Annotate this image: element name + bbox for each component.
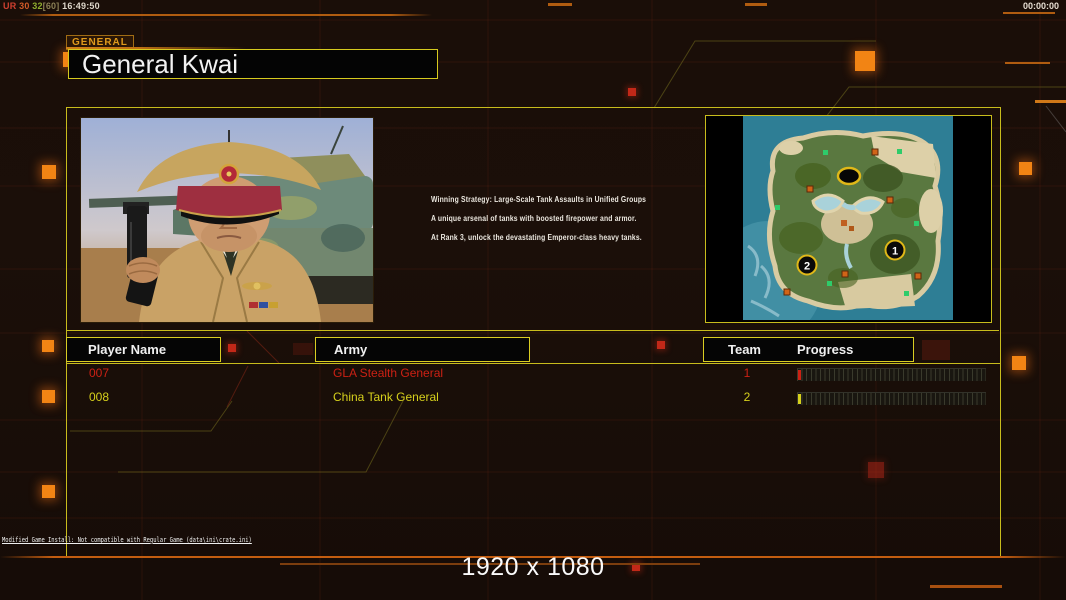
header-team-progress: Team Progress [703, 337, 914, 362]
glow-square [42, 340, 54, 352]
header-player-name-label: Player Name [88, 342, 167, 357]
header-progress-label: Progress [797, 342, 854, 357]
frame-divider [67, 330, 999, 331]
glow-square [1019, 162, 1032, 175]
strategy-briefing: Winning Strategy: Large-Scale Tank Assau… [431, 190, 646, 247]
debug-value: 32 [32, 1, 43, 11]
strategy-line: Winning Strategy: Large-Scale Tank Assau… [431, 195, 647, 204]
map-start-2: 2 [796, 254, 818, 276]
debug-label: UR [3, 1, 17, 11]
strategy-line: A unique arsenal of tanks with boosted f… [431, 214, 637, 223]
resolution-label: 1920 x 1080 [461, 553, 605, 581]
player-team: 1 [743, 366, 751, 380]
header-player-name: Player Name [66, 337, 221, 362]
status-message: Modified Game Install: Not compatible wi… [2, 536, 252, 544]
debug-fps: 30 [19, 1, 30, 11]
map-preview-box: 1 2 [705, 115, 992, 341]
map-marker-1: 1 [892, 246, 898, 258]
decor-line [548, 3, 572, 6]
decor-line [930, 585, 1002, 588]
general-title-box: General Kwai [68, 49, 438, 79]
decor-line [1035, 100, 1066, 103]
header-army-label: Army [334, 342, 368, 357]
progress-fill [798, 394, 801, 404]
player-name: 007 [89, 366, 110, 380]
decor-line [20, 14, 432, 16]
player-army: GLA Stealth General [333, 366, 444, 380]
glow-square [1012, 356, 1026, 370]
player-team: 2 [743, 390, 751, 404]
map-illustration: 1 2 [713, 116, 953, 341]
load-progress-bar [797, 368, 986, 381]
glow-square [42, 165, 56, 179]
strategy-line: At Rank 3, unlock the devastating Empero… [431, 233, 642, 242]
load-progress-bar [797, 392, 986, 405]
loading-screen: UR 30 32[60] 16:49:50 00:00:00 GENERAL G… [0, 0, 1066, 600]
page-title: General Kwai [82, 49, 239, 79]
header-army: Army [315, 337, 530, 362]
glow-square [42, 485, 55, 498]
player-name: 008 [89, 390, 110, 404]
debug-readout: UR 30 32[60] 16:49:50 [3, 1, 100, 11]
glow-square [628, 88, 636, 96]
map-image: 1 2 [713, 116, 953, 341]
decor-line [745, 3, 767, 6]
match-timer: 00:00:00 [1022, 1, 1059, 11]
general-portrait [80, 117, 374, 323]
map-start-1: 1 [884, 239, 906, 261]
glow-square [42, 390, 55, 403]
portrait-illustration [81, 118, 373, 323]
debug-max: [60] [42, 1, 60, 11]
debug-clock: 16:49:50 [62, 1, 100, 11]
map-marker-2: 2 [804, 261, 810, 273]
decor-line [1003, 12, 1055, 14]
progress-fill [798, 370, 801, 380]
decor-line [1005, 62, 1050, 64]
player-army: China Tank General [333, 390, 439, 404]
glow-square [855, 51, 875, 71]
map-start-empty [836, 166, 862, 186]
header-team-label: Team [728, 342, 761, 357]
